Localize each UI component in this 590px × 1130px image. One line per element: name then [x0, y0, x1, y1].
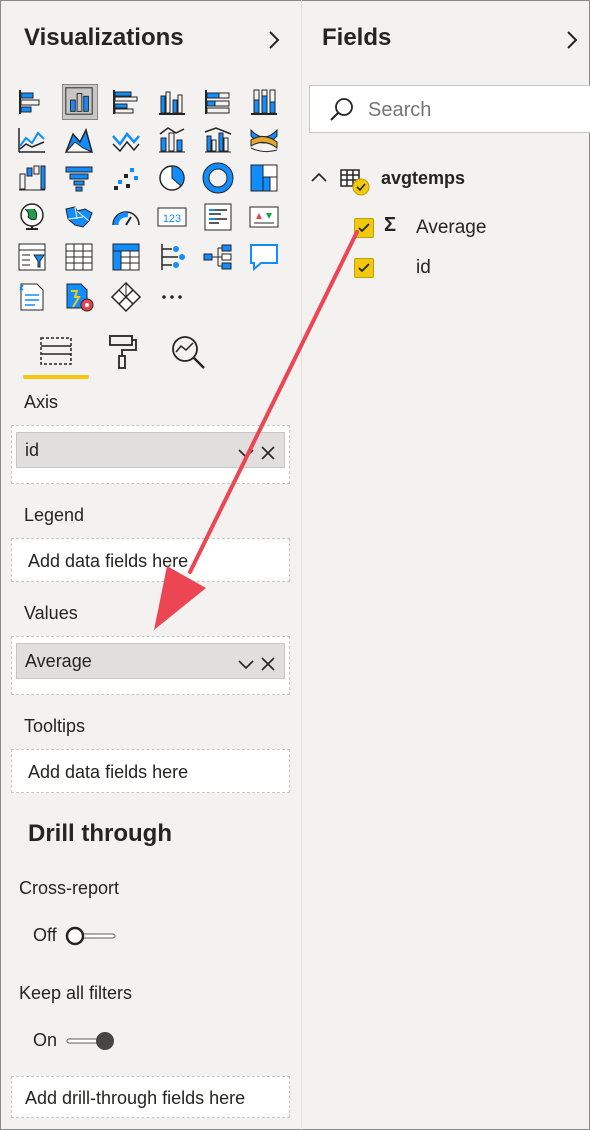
line-and-stacked-column-icon[interactable] — [156, 124, 188, 156]
area-chart-icon[interactable] — [63, 124, 95, 156]
drill-through-well[interactable]: Add drill-through fields here — [11, 1076, 290, 1118]
close-icon[interactable] — [258, 440, 278, 460]
search-icon — [328, 96, 356, 124]
pie-chart-icon[interactable] — [156, 162, 188, 194]
decomposition-tree-icon[interactable] — [202, 241, 234, 273]
chevron-up-icon[interactable] — [309, 168, 329, 188]
values-field-name: Average — [25, 651, 92, 671]
cross-report-state: Off — [33, 925, 57, 945]
axis-label: Axis — [24, 392, 59, 412]
values-well[interactable]: Average — [11, 636, 290, 695]
card-icon[interactable]: 123 — [156, 201, 188, 233]
ribbon-chart-icon[interactable] — [248, 124, 280, 156]
kpi-icon[interactable] — [248, 201, 280, 233]
table-icon[interactable] — [63, 241, 95, 273]
cross-report-toggle[interactable] — [65, 926, 117, 946]
legend-placeholder: Add data fields here — [28, 551, 189, 571]
field-row-average[interactable]: Σ Average — [350, 212, 580, 246]
sigma-icon: Σ — [384, 214, 397, 236]
line-and-clustered-column-icon[interactable] — [202, 124, 234, 156]
drill-through-title: Drill through — [28, 820, 172, 847]
active-tab-indicator — [23, 375, 89, 379]
format-paint-roller-icon[interactable] — [100, 330, 144, 374]
axis-field-chip[interactable]: id — [16, 432, 285, 468]
tooltips-placeholder: Add data fields here — [28, 762, 189, 782]
values-label: Values — [24, 603, 78, 623]
table-row-avgtemps[interactable]: avgtemps — [305, 160, 585, 200]
field-row-id[interactable]: id — [350, 252, 580, 286]
keep-all-filters-toggle[interactable] — [65, 1031, 117, 1051]
chevron-right-icon[interactable] — [264, 26, 284, 54]
gauge-icon[interactable] — [110, 201, 142, 233]
slicer-icon[interactable] — [16, 241, 48, 273]
chevron-down-icon[interactable] — [236, 651, 256, 671]
fields-title: Fields — [322, 24, 392, 51]
checkbox-checked-icon[interactable] — [354, 218, 374, 238]
power-apps-icon[interactable] — [110, 281, 142, 313]
scatter-chart-icon[interactable] — [110, 162, 142, 194]
close-icon[interactable] — [258, 651, 278, 671]
stacked-column-chart-icon[interactable] — [62, 84, 98, 120]
clustered-bar-chart-icon[interactable] — [110, 86, 142, 118]
stacked-area-chart-icon[interactable] — [110, 124, 142, 156]
cross-report-label: Cross-report — [19, 878, 120, 898]
multi-row-card-icon[interactable] — [202, 201, 234, 233]
tooltips-well[interactable]: Add data fields here — [11, 749, 290, 793]
search-box[interactable] — [309, 85, 590, 133]
fields-tab-icon[interactable] — [34, 330, 78, 374]
smart-narrative-icon[interactable] — [16, 281, 48, 313]
values-field-chip[interactable]: Average — [16, 643, 285, 679]
keep-all-filters-state: On — [33, 1030, 58, 1050]
checkbox-checked-icon[interactable] — [354, 258, 374, 278]
funnel-icon[interactable] — [63, 162, 95, 194]
legend-label: Legend — [24, 505, 85, 525]
matrix-icon[interactable] — [110, 241, 142, 273]
filled-map-icon[interactable] — [63, 201, 95, 233]
chevron-down-icon[interactable] — [236, 440, 256, 460]
field-name: id — [416, 257, 431, 278]
analytics-magnifier-icon[interactable] — [166, 330, 210, 374]
key-influencers-icon[interactable] — [156, 241, 188, 273]
legend-well[interactable]: Add data fields here — [11, 538, 290, 582]
donut-chart-icon[interactable] — [202, 162, 234, 194]
table-name: avgtemps — [381, 168, 466, 188]
waterfall-chart-icon[interactable] — [16, 162, 48, 194]
pane-divider — [301, 0, 302, 1130]
line-chart-icon[interactable] — [16, 124, 48, 156]
100-stacked-column-chart-icon[interactable] — [248, 86, 280, 118]
qa-icon[interactable] — [248, 241, 280, 273]
visualizations-title: Visualizations — [24, 24, 184, 51]
clustered-column-chart-icon[interactable] — [156, 86, 188, 118]
chevron-right-icon[interactable] — [562, 26, 582, 54]
table-icon — [339, 164, 371, 198]
paginated-report-icon[interactable] — [63, 281, 95, 313]
tooltips-label: Tooltips — [24, 716, 86, 736]
field-name: Average — [416, 217, 487, 238]
svg-text:123: 123 — [163, 213, 181, 225]
axis-field-name: id — [25, 440, 40, 460]
map-icon[interactable] — [16, 201, 48, 233]
keep-all-filters-label: Keep all filters — [19, 983, 133, 1003]
drill-through-placeholder: Add drill-through fields here — [25, 1088, 246, 1108]
search-input[interactable] — [368, 99, 568, 122]
100-stacked-bar-chart-icon[interactable] — [202, 86, 234, 118]
treemap-icon[interactable] — [248, 162, 280, 194]
stacked-bar-chart-icon[interactable] — [16, 86, 48, 118]
axis-well[interactable]: id — [11, 425, 290, 484]
more-icon[interactable] — [156, 281, 188, 313]
